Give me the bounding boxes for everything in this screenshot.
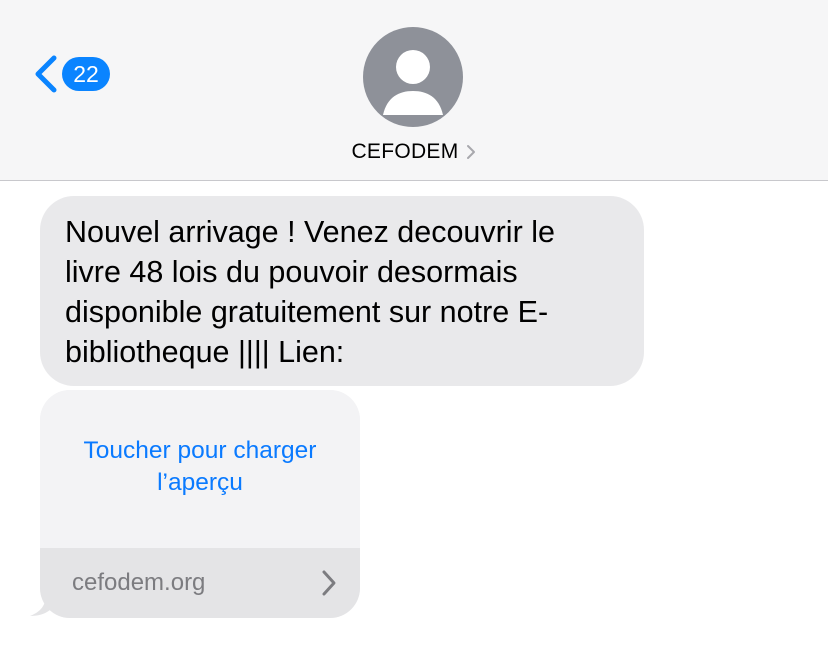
chevron-right-icon [322,570,336,596]
chevron-left-icon [35,55,57,93]
bubble-tail [30,578,56,616]
conversation-header: 22 CEFODEM [0,0,828,181]
message-text: Nouvel arrivage ! Venez decouvrir le liv… [65,215,555,369]
link-preview-card[interactable]: Toucher pour charger l’aperçu cefodem.or… [40,390,360,618]
load-preview-label: Toucher pour charger l’aperçu [83,437,317,496]
avatar[interactable] [363,27,463,127]
contact-info-button[interactable]: CEFODEM [0,138,828,166]
back-button[interactable]: 22 [30,52,130,96]
link-domain: cefodem.org [72,569,206,596]
load-preview-button[interactable]: Toucher pour charger l’aperçu [40,390,360,548]
contact-name: CEFODEM [351,140,459,163]
chevron-right-icon [466,145,475,159]
person-placeholder-icon [383,50,443,115]
link-domain-row[interactable]: cefodem.org [40,548,360,618]
unread-count-badge: 22 [62,57,110,91]
message-bubble[interactable]: Nouvel arrivage ! Venez decouvrir le liv… [40,196,644,386]
